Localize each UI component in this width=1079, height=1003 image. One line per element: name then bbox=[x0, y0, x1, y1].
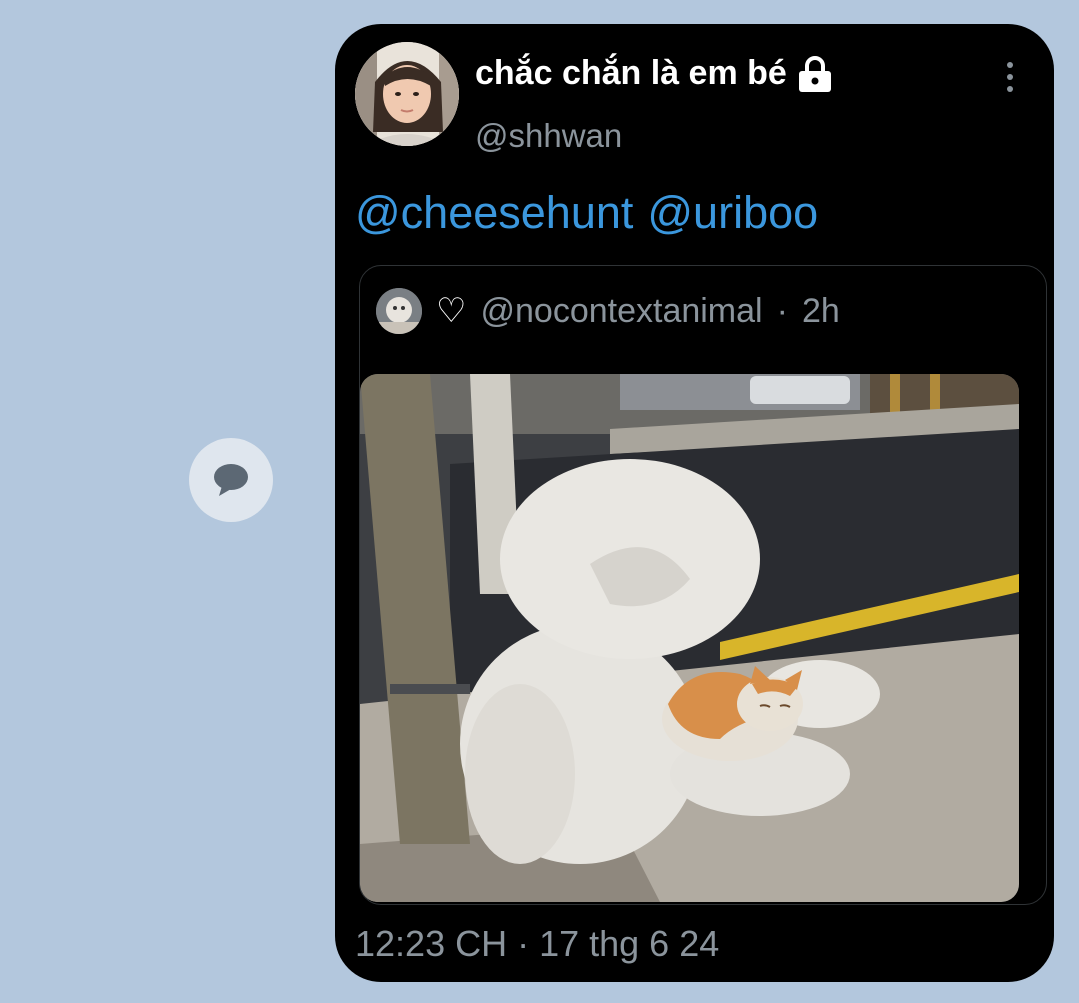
quoted-age: 2h bbox=[801, 291, 840, 330]
author-display-name[interactable]: chắc chắn là em bé bbox=[475, 54, 833, 93]
quoted-avatar-photo bbox=[376, 288, 422, 334]
quoted-tweet-header: ♡ @nocontextanimal · 2h bbox=[376, 286, 840, 336]
author-name-text: chắc chắn là em bé bbox=[475, 54, 787, 92]
lock-icon bbox=[798, 55, 831, 92]
mention-link[interactable]: @cheesehunt bbox=[355, 187, 633, 238]
tweet-body: @cheesehunt @uriboo bbox=[355, 187, 832, 239]
avatar-photo bbox=[355, 42, 459, 146]
tweet-timestamp: 12:23 CH · 17 thg 6 24 bbox=[355, 923, 720, 964]
mention-link[interactable]: @uriboo bbox=[647, 187, 818, 238]
quoted-avatar[interactable] bbox=[376, 288, 422, 334]
heart-icon: ♡ bbox=[436, 292, 467, 330]
speech-bubble-icon bbox=[214, 464, 248, 496]
tweet-card[interactable]: chắc chắn là em bé @shhwan @cheesehunt @u… bbox=[335, 24, 1054, 982]
author-handle[interactable]: @shhwan bbox=[475, 117, 622, 155]
more-vertical-icon[interactable] bbox=[997, 62, 1023, 92]
share-button[interactable] bbox=[189, 438, 273, 522]
quoted-handle[interactable]: @nocontextanimal bbox=[480, 292, 762, 331]
quoted-tweet[interactable]: ♡ @nocontextanimal · 2h bbox=[359, 265, 1047, 905]
quoted-media-photo[interactable] bbox=[360, 374, 1019, 902]
avatar[interactable] bbox=[355, 42, 459, 146]
cat-on-plush-photo bbox=[360, 374, 1019, 902]
meta-separator: · bbox=[776, 291, 788, 330]
